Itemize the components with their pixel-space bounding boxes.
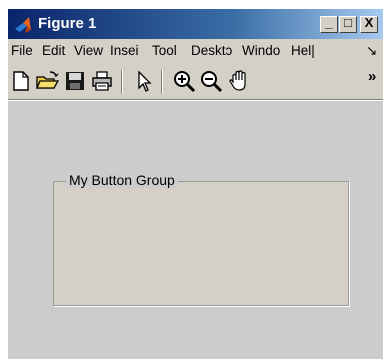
matlab-logo-icon bbox=[15, 17, 31, 33]
zoom-in-icon[interactable] bbox=[172, 69, 196, 93]
button-group-title: My Button Group bbox=[66, 172, 178, 188]
toolbar-separator bbox=[121, 70, 123, 94]
menu-desktop[interactable]: Desktɔ bbox=[191, 43, 232, 58]
maximize-icon: □ bbox=[344, 15, 352, 30]
close-icon: X bbox=[364, 15, 374, 30]
menu-bar: File Edit View Insei Tool Desktɔ Windo H… bbox=[8, 39, 383, 63]
pan-hand-icon[interactable] bbox=[227, 69, 251, 93]
minimize-icon: _ bbox=[325, 15, 333, 30]
open-folder-icon[interactable] bbox=[35, 69, 59, 93]
new-file-icon[interactable] bbox=[9, 69, 33, 93]
print-icon[interactable] bbox=[90, 69, 114, 93]
menu-file[interactable]: File bbox=[11, 43, 33, 58]
toolbar-separator bbox=[161, 70, 163, 94]
title-bar[interactable]: Figure 1 _ □ X bbox=[8, 9, 383, 39]
minimize-button[interactable]: _ bbox=[320, 15, 338, 33]
figure-window: Figure 1 _ □ X File Edit View Insei Tool… bbox=[8, 9, 383, 359]
toolbar-overflow-icon[interactable]: » bbox=[368, 68, 376, 85]
zoom-out-icon[interactable] bbox=[199, 69, 223, 93]
maximize-button[interactable]: □ bbox=[339, 15, 357, 33]
menu-help[interactable]: Hel| bbox=[291, 43, 315, 58]
menu-overflow-icon[interactable]: ↘ bbox=[366, 43, 377, 59]
menu-insert[interactable]: Insei bbox=[110, 43, 139, 58]
pointer-icon[interactable] bbox=[132, 69, 156, 93]
window-title: Figure 1 bbox=[38, 15, 97, 32]
menu-view[interactable]: View bbox=[74, 43, 103, 58]
close-button[interactable]: X bbox=[360, 15, 378, 33]
toolbar: » bbox=[8, 63, 383, 99]
save-icon[interactable] bbox=[63, 69, 87, 93]
menu-tools[interactable]: Tool bbox=[152, 43, 177, 58]
menu-edit[interactable]: Edit bbox=[42, 43, 65, 58]
button-group-panel bbox=[53, 181, 349, 306]
menu-window[interactable]: Windo bbox=[242, 43, 280, 58]
figure-canvas: My Button Group bbox=[8, 101, 383, 359]
